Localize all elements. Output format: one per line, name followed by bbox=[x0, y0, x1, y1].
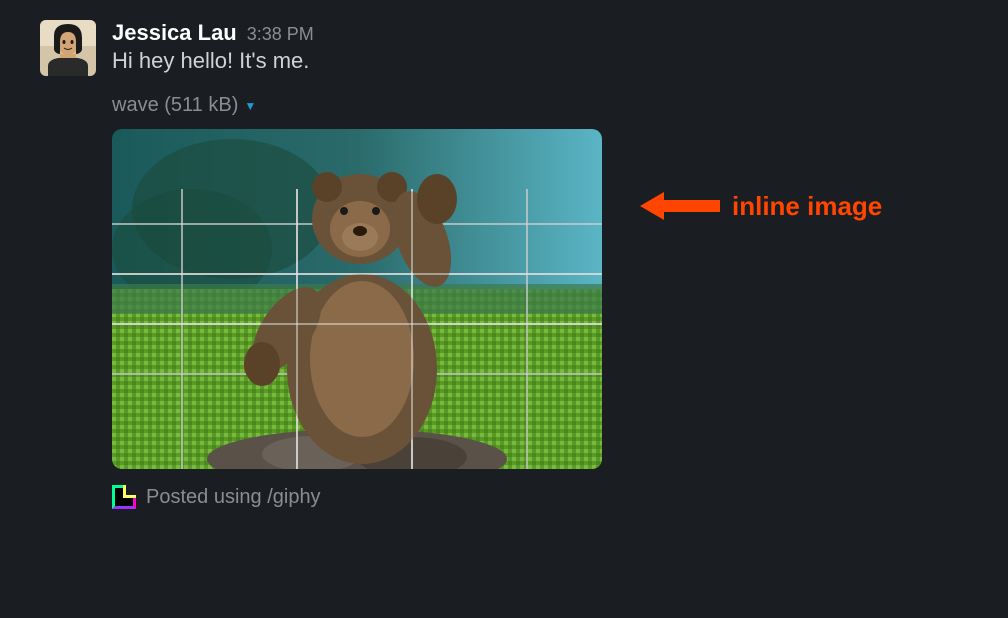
annotation-callout: inline image bbox=[640, 190, 882, 222]
attachment-label: wave (511 kB) bbox=[112, 94, 238, 117]
inline-image[interactable] bbox=[112, 129, 602, 469]
arrow-left-icon bbox=[640, 190, 720, 222]
message-header: Jessica Lau 3:38 PM bbox=[112, 20, 968, 46]
avatar[interactable] bbox=[40, 20, 96, 76]
message-footer: Posted using /giphy bbox=[112, 485, 968, 509]
attachment-header[interactable]: wave (511 kB) ▼ bbox=[112, 94, 968, 117]
timestamp[interactable]: 3:38 PM bbox=[247, 24, 314, 45]
message-row: Jessica Lau 3:38 PM Hi hey hello! It's m… bbox=[40, 20, 968, 509]
message-content: Jessica Lau 3:38 PM Hi hey hello! It's m… bbox=[112, 20, 968, 509]
message-text: Hi hey hello! It's me. bbox=[112, 48, 968, 74]
chevron-down-icon: ▼ bbox=[244, 99, 256, 113]
annotation-label: inline image bbox=[732, 191, 882, 222]
giphy-icon bbox=[112, 485, 136, 509]
username[interactable]: Jessica Lau bbox=[112, 20, 237, 46]
footer-text: Posted using /giphy bbox=[146, 486, 321, 509]
